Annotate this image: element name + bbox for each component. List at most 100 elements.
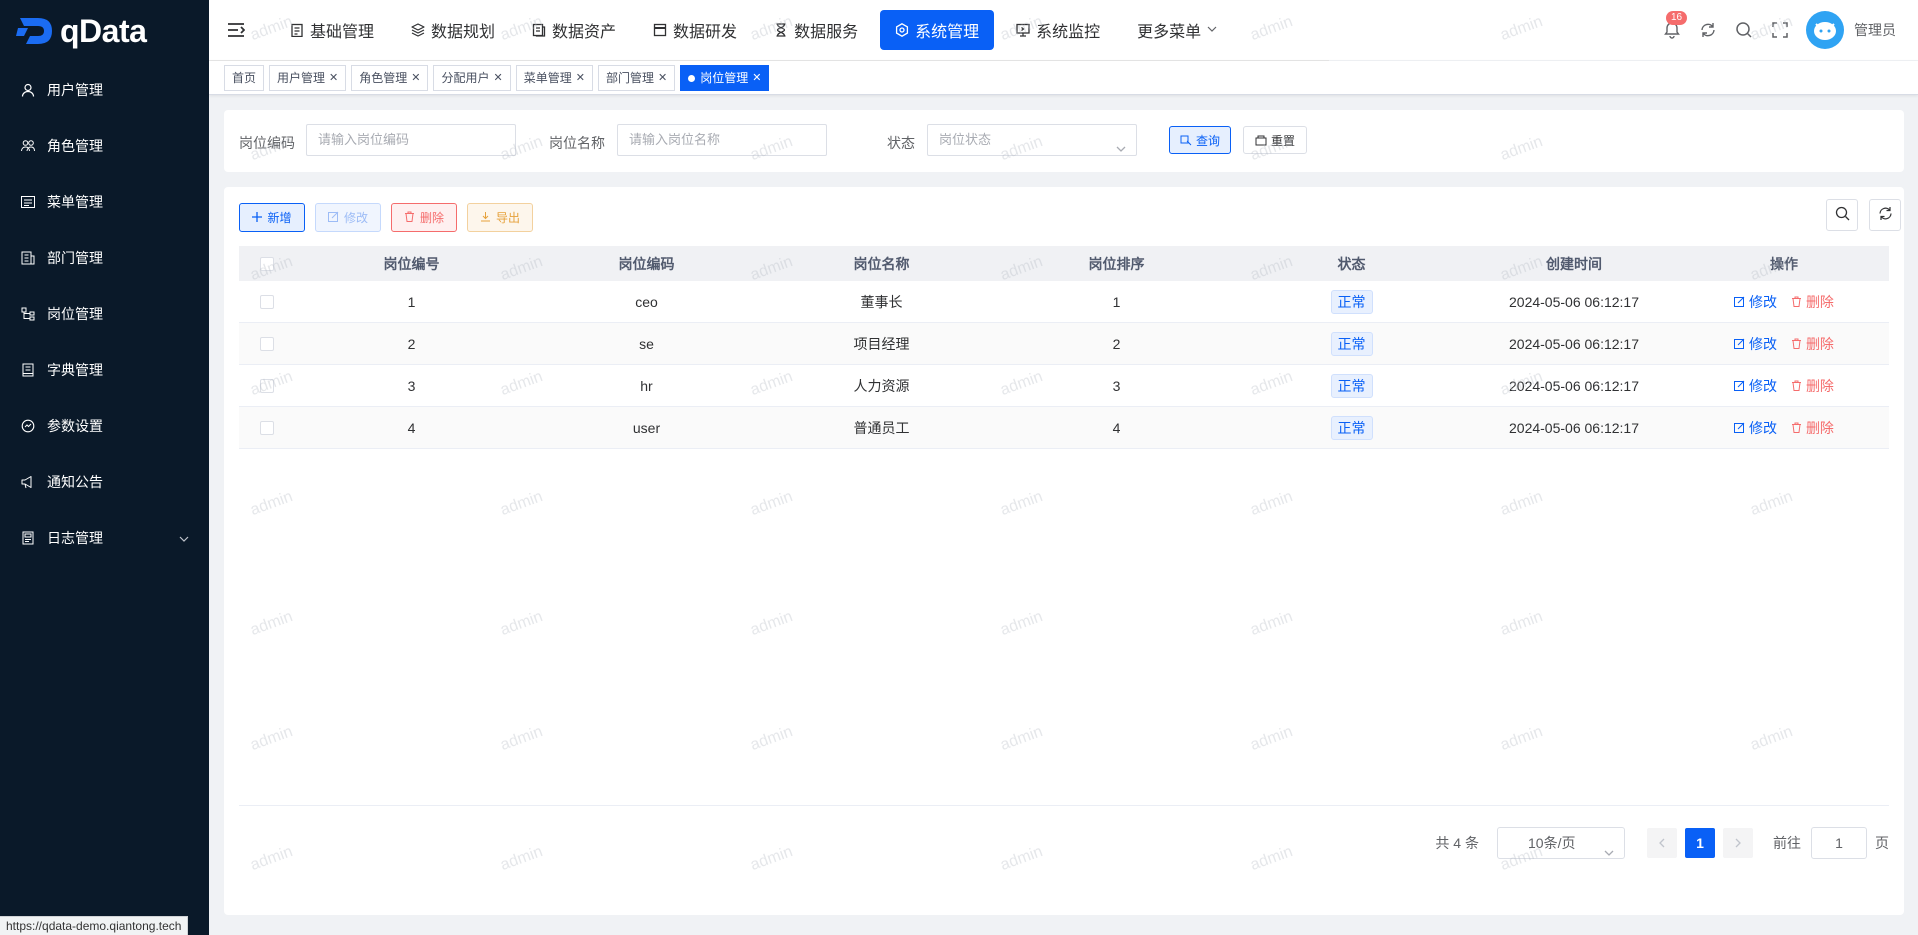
row-checkbox[interactable] xyxy=(259,378,274,393)
cell-post-sort: 4 xyxy=(1112,419,1121,436)
column-header: 操作 xyxy=(1770,255,1798,272)
asset-icon xyxy=(532,23,546,37)
post-icon xyxy=(20,306,36,322)
tab-tag[interactable]: 角色管理 ✕ xyxy=(351,65,429,91)
page-size-select[interactable]: 10条/页 xyxy=(1497,827,1625,859)
close-icon[interactable]: ✕ xyxy=(411,66,420,90)
row-delete-label: 删除 xyxy=(1805,419,1834,436)
top-nav-item[interactable]: 数据研发 xyxy=(638,10,752,50)
query-button[interactable]: 查询 xyxy=(1169,126,1231,154)
column-header: 状态 xyxy=(1337,255,1366,272)
tab-tag[interactable]: 首页 xyxy=(224,65,265,91)
tab-tag[interactable]: 部门管理 ✕ xyxy=(597,65,676,91)
row-edit-label: 修改 xyxy=(1749,419,1778,436)
add-button[interactable]: 新增 xyxy=(239,203,305,232)
users-icon xyxy=(20,138,36,154)
pagination: 共 4 条 10条/页 1 前往 1 页 xyxy=(1435,827,1889,859)
refresh-icon xyxy=(1878,206,1893,224)
status-badge: 正常 xyxy=(1330,415,1373,440)
delete-button[interactable]: 删除 xyxy=(391,203,457,232)
goto-page-input[interactable]: 1 xyxy=(1811,827,1867,859)
toggle-search-button[interactable] xyxy=(1826,199,1858,231)
row-delete-button[interactable]: 删除 xyxy=(1791,334,1834,354)
prev-page-button[interactable] xyxy=(1647,828,1677,858)
logo[interactable]: qData xyxy=(0,0,209,62)
post-code-input[interactable]: 请输入岗位编码 xyxy=(306,124,516,156)
bell-icon[interactable]: 16 xyxy=(1662,11,1688,40)
table-card: 新增 修改 删除 导出 岗位编号 岗位编码 岗位名称 岗位排序 状态 创建时间 … xyxy=(224,187,1904,915)
row-edit-button[interactable]: 修改 xyxy=(1734,418,1777,438)
tab-tag[interactable]: 分配用户 ✕ xyxy=(433,65,511,91)
post-name-label: 岗位名称 xyxy=(549,135,605,151)
sidebar-item[interactable]: 角色管理 xyxy=(0,118,209,174)
download-icon xyxy=(480,211,491,225)
post-name-input[interactable]: 请输入岗位名称 xyxy=(617,124,827,156)
refresh-table-button[interactable] xyxy=(1869,199,1901,231)
table-row[interactable]: 3 hr 人力资源 3 正常 2024-05-06 06:12:17 修改 删除 xyxy=(239,365,1889,407)
sidebar-item[interactable]: 通知公告 xyxy=(0,454,209,510)
status-badge: 正常 xyxy=(1330,289,1373,314)
table-row[interactable]: 4 user 普通员工 4 正常 2024-05-06 06:12:17 修改 … xyxy=(239,407,1889,449)
row-edit-button[interactable]: 修改 xyxy=(1734,334,1777,354)
sidebar-item[interactable]: 岗位管理 xyxy=(0,286,209,342)
row-edit-button[interactable]: 修改 xyxy=(1734,376,1777,396)
close-icon[interactable]: ✕ xyxy=(329,66,338,90)
top-nav-item[interactable]: 基础管理 xyxy=(275,10,389,50)
page-number-button[interactable]: 1 xyxy=(1685,828,1715,858)
top-nav-item[interactable]: 更多菜单 xyxy=(1122,10,1232,50)
settings-icon xyxy=(20,418,36,434)
select-all-checkbox[interactable] xyxy=(259,256,274,271)
cell-post-code: user xyxy=(632,419,661,436)
row-edit-button[interactable]: 修改 xyxy=(1734,292,1777,312)
tab-tag[interactable]: 菜单管理 ✕ xyxy=(515,65,593,91)
refresh-icon[interactable] xyxy=(1698,20,1718,40)
close-icon[interactable]: ✕ xyxy=(576,66,585,90)
edit-label: 修改 xyxy=(343,211,368,225)
table-row[interactable]: 2 se 项目经理 2 正常 2024-05-06 06:12:17 修改 删除 xyxy=(239,323,1889,365)
username[interactable]: 管理员 xyxy=(1854,20,1896,40)
sidebar-item[interactable]: 日志管理 xyxy=(0,510,209,566)
tab-tag-label: 角色管理 xyxy=(359,71,408,85)
top-nav-label: 更多菜单 xyxy=(1137,24,1202,41)
top-nav-item[interactable]: 数据资产 xyxy=(517,10,631,50)
top-nav-item[interactable]: 数据服务 xyxy=(759,10,873,50)
next-page-button[interactable] xyxy=(1723,828,1753,858)
row-checkbox[interactable] xyxy=(259,420,274,435)
search-icon[interactable] xyxy=(1734,20,1754,40)
sidebar-item[interactable]: 参数设置 xyxy=(0,398,209,454)
top-nav-item[interactable]: 系统管理 xyxy=(880,10,995,50)
export-button[interactable]: 导出 xyxy=(467,203,533,232)
tab-tag[interactable]: 用户管理 ✕ xyxy=(269,65,347,91)
close-icon[interactable]: ✕ xyxy=(494,66,503,90)
row-delete-button[interactable]: 删除 xyxy=(1791,376,1834,396)
sidebar-item[interactable]: 菜单管理 xyxy=(0,174,209,230)
active-dot xyxy=(688,74,696,82)
sidebar-item[interactable]: 用户管理 xyxy=(0,62,209,118)
status-select[interactable]: 岗位状态 xyxy=(927,124,1137,156)
reset-button[interactable]: 重置 xyxy=(1243,126,1307,154)
avatar[interactable] xyxy=(1806,11,1844,49)
row-checkbox[interactable] xyxy=(259,294,274,309)
fullscreen-icon[interactable] xyxy=(1770,20,1790,40)
cell-post-name: 人力资源 xyxy=(853,377,910,394)
table-row[interactable]: 1 ceo 董事长 1 正常 2024-05-06 06:12:17 修改 删除 xyxy=(239,281,1889,323)
close-icon[interactable]: ✕ xyxy=(752,66,761,90)
top-navbar: 基础管理 数据规划 数据资产 数据研发 数据服务 系统管理 系统监控 更多菜单 16 管理员 xyxy=(209,0,1918,60)
tab-tag[interactable]: 岗位管理 ✕ xyxy=(680,65,770,91)
cell-post-id: 1 xyxy=(407,293,416,310)
row-delete-button[interactable]: 删除 xyxy=(1791,418,1834,438)
close-icon[interactable]: ✕ xyxy=(658,66,667,90)
row-checkbox[interactable] xyxy=(259,336,274,351)
row-delete-button[interactable]: 删除 xyxy=(1791,292,1834,312)
top-nav-item[interactable]: 数据规划 xyxy=(396,10,510,50)
top-nav-item[interactable]: 系统监控 xyxy=(1001,10,1115,50)
tags-view: 首页 用户管理 ✕ 角色管理 ✕ 分配用户 ✕ 菜单管理 ✕ 部门管理 ✕ 岗位管理 ✕ xyxy=(209,61,1918,95)
hamburger-icon[interactable] xyxy=(227,22,246,38)
post-code-label: 岗位编码 xyxy=(239,135,295,151)
goto-label: 前往 xyxy=(1773,835,1801,851)
sidebar-item[interactable]: 字典管理 xyxy=(0,342,209,398)
monitor-icon xyxy=(1016,23,1030,37)
sidebar-item[interactable]: 部门管理 xyxy=(0,230,209,286)
edit-button[interactable]: 修改 xyxy=(315,203,381,232)
cell-post-code: ceo xyxy=(635,293,658,310)
